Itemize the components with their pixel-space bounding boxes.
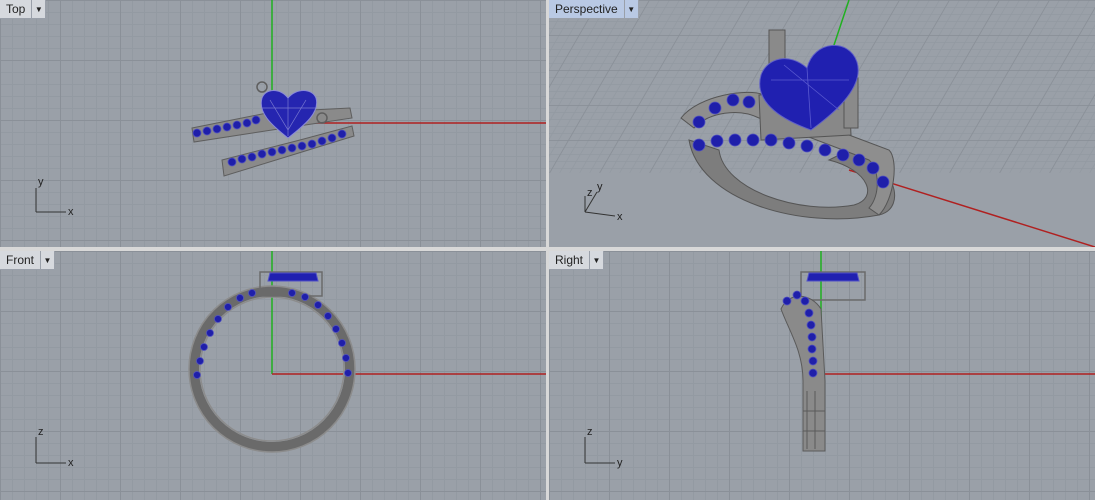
- gizmo-h-label: x: [68, 457, 74, 469]
- axis-gizmo: y z: [584, 426, 623, 469]
- dropdown-triangle-icon[interactable]: ▼: [623, 0, 638, 18]
- ring-model: [191, 81, 355, 177]
- viewport-scene: x y: [35, 0, 546, 218]
- viewport-scene: y z: [584, 251, 1095, 469]
- viewport-right[interactable]: y z Right ▼: [549, 251, 1095, 500]
- viewport-title: Top: [6, 2, 26, 16]
- gizmo-v-label: z: [38, 426, 44, 438]
- gizmo-v-label: y: [597, 181, 603, 193]
- dropdown-triangle-icon[interactable]: ▼: [589, 251, 603, 269]
- axis-gizmo: x y z: [584, 181, 623, 223]
- viewport-top[interactable]: x y Top ▼: [0, 0, 546, 247]
- viewport-perspective[interactable]: x y z Perspective ▼: [549, 0, 1095, 247]
- ring-model: [680, 29, 896, 220]
- viewport-tab-top[interactable]: Top ▼: [0, 0, 47, 19]
- viewport-scene: x y z: [584, 0, 1095, 247]
- viewport-title: Perspective: [555, 2, 618, 16]
- axis-gizmo: x y: [35, 176, 74, 218]
- gizmo-h-label: x: [68, 206, 74, 218]
- viewport-tab-perspective[interactable]: Perspective ▼: [549, 0, 639, 19]
- viewport-title: Right: [555, 253, 584, 267]
- viewport-title: Front: [6, 253, 35, 267]
- four-viewport-layout: x y Top ▼ x y z Perspective ▼ x z Front …: [0, 0, 1095, 500]
- gizmo-v-label: z: [587, 426, 593, 438]
- axis-gizmo: x z: [35, 426, 74, 469]
- gizmo-z-label: z: [587, 187, 593, 199]
- viewport-tab-front[interactable]: Front ▼: [0, 251, 56, 270]
- gizmo-h-label: x: [617, 211, 623, 223]
- gizmo-v-label: y: [38, 176, 44, 188]
- ring-model: [780, 271, 866, 452]
- dropdown-triangle-icon[interactable]: ▼: [31, 0, 45, 18]
- viewport-front[interactable]: x z Front ▼: [0, 251, 546, 500]
- gizmo-h-label: y: [617, 457, 623, 469]
- viewport-tab-right[interactable]: Right ▼: [549, 251, 605, 270]
- viewport-scene: x z: [35, 251, 546, 469]
- dropdown-triangle-icon[interactable]: ▼: [40, 251, 54, 269]
